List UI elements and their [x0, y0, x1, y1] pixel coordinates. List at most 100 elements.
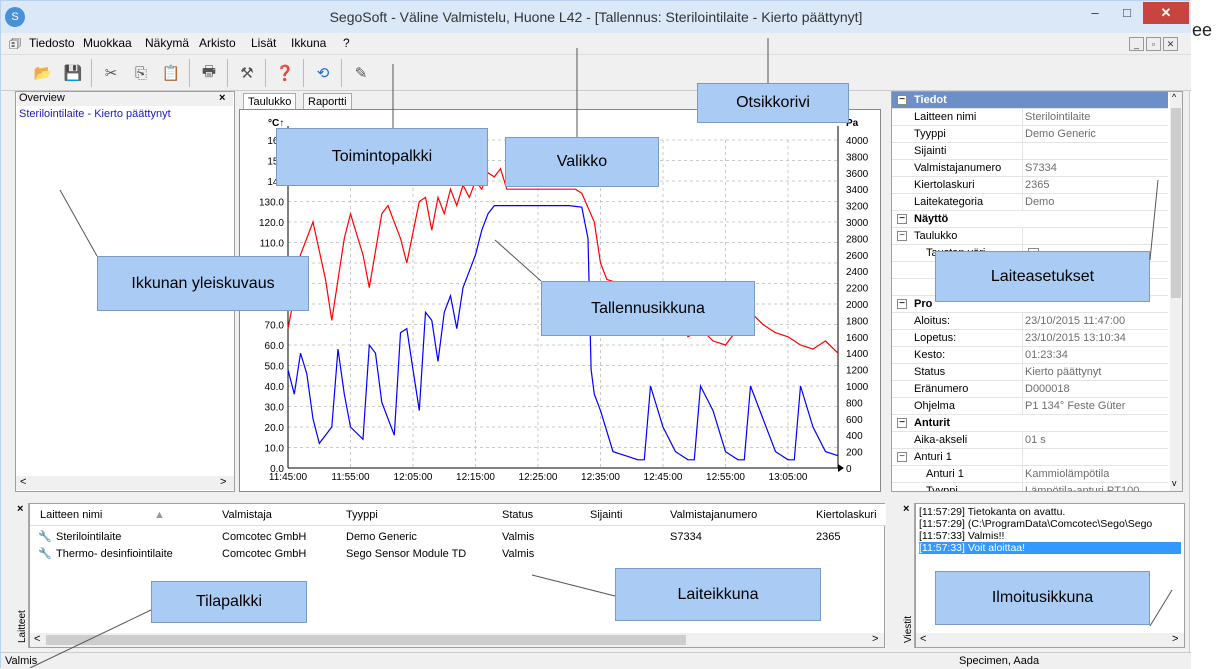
- header-laitteen-nimi[interactable]: Laitteen nimi: [40, 509, 102, 521]
- scroll-right-icon[interactable]: >: [220, 476, 226, 488]
- tab-taulukko[interactable]: Taulukko: [243, 93, 297, 110]
- menu-muokkaa[interactable]: Muokkaa: [83, 36, 132, 50]
- devices-scrollbar[interactable]: < >: [30, 633, 884, 647]
- property-category[interactable]: − Näyttö: [892, 211, 1168, 228]
- status-user: Specimen, Aada: [959, 655, 1040, 667]
- caption-fragment-right: ee: [1192, 20, 1213, 40]
- devices-close-button[interactable]: ×: [17, 503, 23, 515]
- mdi-minimize-button[interactable]: _: [1129, 37, 1144, 51]
- collapse-icon[interactable]: −: [897, 231, 907, 241]
- print-icon[interactable]: 🖶: [197, 61, 221, 85]
- minimize-button[interactable]: –: [1079, 2, 1111, 24]
- scroll-up-icon[interactable]: ^: [1172, 92, 1176, 102]
- scroll-left-icon[interactable]: <: [920, 633, 926, 645]
- property-row[interactable]: Tyyppi Lämpötila-anturi PT100: [892, 483, 1168, 491]
- property-row[interactable]: Laitteen nimi Sterilointilaite: [892, 109, 1168, 126]
- property-row[interactable]: Lopetus: 23/10/2015 13:10:34: [892, 330, 1168, 347]
- header-kiertolaskuri[interactable]: Kiertolaskuri: [816, 509, 877, 521]
- property-row[interactable]: Aika-akseli 01 s: [892, 432, 1168, 449]
- collapse-icon[interactable]: −: [897, 452, 907, 462]
- callout-valikko: Valikko: [505, 137, 659, 187]
- close-button[interactable]: ✕: [1143, 2, 1189, 24]
- property-row[interactable]: − Anturi 1: [892, 449, 1168, 466]
- mdi-restore-button[interactable]: ▫: [1146, 37, 1161, 51]
- messages-scrollbar[interactable]: < >: [916, 633, 1184, 647]
- property-category[interactable]: − Tiedot: [892, 92, 1168, 109]
- device-name[interactable]: Sterilointilaite: [56, 531, 121, 543]
- device-serial: S7334: [670, 531, 702, 543]
- scroll-right-icon[interactable]: >: [872, 633, 878, 645]
- property-row[interactable]: Sijainti: [892, 143, 1168, 160]
- property-row[interactable]: Valmistajanumero S7334: [892, 160, 1168, 177]
- header-valmistaja[interactable]: Valmistaja: [222, 509, 272, 521]
- overview-close-button[interactable]: ×: [219, 92, 225, 104]
- overview-scrollbar[interactable]: < >: [16, 476, 234, 490]
- menu-nakyma[interactable]: Näkymä: [145, 36, 189, 50]
- menu-help[interactable]: ?: [343, 36, 350, 50]
- scroll-right-icon[interactable]: >: [1172, 633, 1178, 645]
- mdi-close-button[interactable]: ✕: [1163, 37, 1178, 51]
- x-tick-label: 11:45:00: [269, 472, 308, 483]
- property-category[interactable]: − Anturit: [892, 415, 1168, 432]
- property-row[interactable]: Status Kierto päättynyt: [892, 364, 1168, 381]
- device-name[interactable]: Thermo- desinfiointilaite: [56, 548, 173, 560]
- messages-tab-label: Viestit: [903, 615, 914, 643]
- property-row[interactable]: − Taulukko: [892, 228, 1168, 245]
- collapse-icon[interactable]: −: [897, 418, 907, 428]
- sync-icon[interactable]: ⟲: [311, 61, 335, 85]
- column-divider: [1022, 483, 1023, 491]
- collapse-icon[interactable]: −: [897, 214, 907, 224]
- y-left-tick-label: 20.0: [265, 423, 285, 434]
- scroll-left-icon[interactable]: <: [34, 633, 40, 645]
- scroll-down-icon[interactable]: v: [1172, 478, 1177, 488]
- property-key: Tiedot: [914, 94, 947, 106]
- cut-icon[interactable]: ✂: [99, 61, 123, 85]
- maximize-button[interactable]: □: [1111, 2, 1143, 24]
- message-item-selected[interactable]: [11:57:33] Voit aloittaa!: [919, 542, 1181, 554]
- property-row[interactable]: Eränumero D000018: [892, 381, 1168, 398]
- property-row[interactable]: Aloitus: 23/10/2015 11:47:00: [892, 313, 1168, 330]
- property-row[interactable]: Laitekategoria Demo: [892, 194, 1168, 211]
- devices-vertical-tab[interactable]: Laitteet ×: [15, 503, 29, 648]
- collapse-icon[interactable]: −: [897, 299, 907, 309]
- open-folder-icon[interactable]: 📂: [31, 61, 55, 85]
- save-icon[interactable]: 💾: [61, 61, 85, 85]
- scroll-left-icon[interactable]: <: [20, 476, 26, 488]
- y-right-tick-label: 1000: [846, 382, 869, 393]
- menu-ikkuna[interactable]: Ikkuna: [291, 36, 326, 50]
- header-valmistajanumero[interactable]: Valmistajanumero: [670, 509, 757, 521]
- column-divider: [1022, 126, 1023, 143]
- help-icon[interactable]: ❓: [273, 61, 297, 85]
- copy-icon[interactable]: ⎘: [129, 61, 153, 85]
- y-right-tick-label: 2800: [846, 234, 869, 245]
- y-right-tick-label: 3200: [846, 202, 869, 213]
- property-key: Anturi 1: [914, 451, 952, 463]
- property-row[interactable]: Tyyppi Demo Generic: [892, 126, 1168, 143]
- properties-scrollbar[interactable]: ^ v: [1170, 92, 1182, 491]
- messages-vertical-tab[interactable]: Viestit ×: [901, 503, 915, 648]
- menu-tiedosto[interactable]: Tiedosto: [29, 36, 75, 50]
- menu-lisat[interactable]: Lisät: [251, 36, 276, 50]
- edit-note-icon[interactable]: ✎: [349, 61, 373, 85]
- property-row[interactable]: Kiertolaskuri 2365: [892, 177, 1168, 194]
- property-row[interactable]: Ohjelma P1 134° Feste Güter: [892, 398, 1168, 415]
- scroll-thumb[interactable]: [1171, 108, 1181, 298]
- messages-close-button[interactable]: ×: [903, 503, 909, 515]
- property-value: Sterilointilaite: [1025, 111, 1091, 123]
- property-row[interactable]: Kesto: 01:23:34: [892, 347, 1168, 364]
- menu-arkisto[interactable]: Arkisto: [199, 36, 236, 50]
- property-key: Tyyppi: [926, 485, 958, 491]
- header-sijainti[interactable]: Sijainti: [590, 509, 622, 521]
- header-tyyppi[interactable]: Tyyppi: [346, 509, 378, 521]
- scroll-thumb[interactable]: [46, 635, 686, 645]
- property-key: Status: [914, 366, 946, 378]
- property-key: Anturi 1: [926, 468, 964, 480]
- paste-icon[interactable]: 📋: [159, 61, 183, 85]
- y-right-tick-label: 400: [846, 431, 863, 442]
- settings-tools-icon[interactable]: ⚒: [235, 61, 259, 85]
- collapse-icon[interactable]: −: [897, 95, 907, 105]
- overview-item[interactable]: Sterilointilaite - Kierto päättynyt: [19, 108, 171, 120]
- property-row[interactable]: Anturi 1 Kammiolämpötila: [892, 466, 1168, 483]
- header-status[interactable]: Status: [502, 509, 533, 521]
- tab-raportti[interactable]: Raportti: [303, 93, 352, 110]
